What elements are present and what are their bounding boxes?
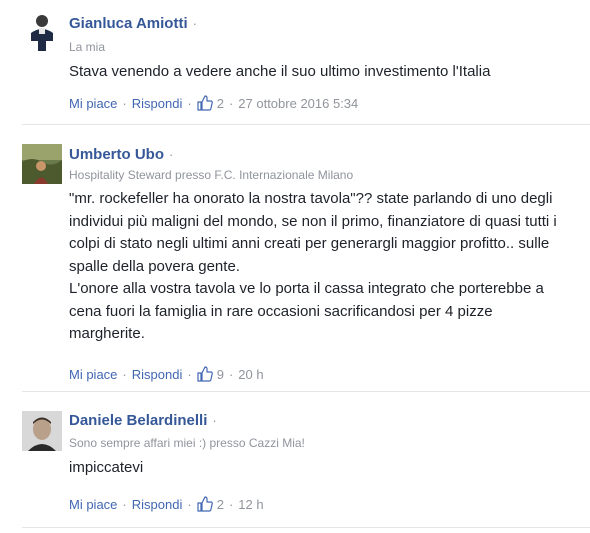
like-link[interactable]: Mi piace xyxy=(69,96,117,111)
author-subtitle: Sono sempre affari miei :) presso Cazzi … xyxy=(69,436,305,450)
separator-dot: · xyxy=(192,16,197,31)
author-subtitle: La mia xyxy=(69,40,106,54)
comment-actions: Mi piace · Rispondi · 2 · 12 h xyxy=(69,496,264,512)
separator-dot: · xyxy=(187,496,192,512)
author-name[interactable]: Umberto Ubo · xyxy=(69,146,173,163)
reply-link[interactable]: Rispondi xyxy=(132,96,183,111)
separator-dot: · xyxy=(187,95,192,111)
comment-paragraph: "mr. rockefeller ha onorato la nostra ta… xyxy=(69,190,557,275)
thumbs-up-icon[interactable] xyxy=(197,366,213,382)
author-subtitle: Hospitality Steward presso F.C. Internaz… xyxy=(69,168,354,182)
like-link[interactable]: Mi piace xyxy=(69,367,117,382)
comment-actions: Mi piace · Rispondi · 2 · 27 ottobre 201… xyxy=(69,95,358,111)
avatar[interactable] xyxy=(22,144,62,184)
like-count[interactable]: 2 xyxy=(217,497,224,512)
separator-dot: · xyxy=(187,366,192,382)
separator-dot: · xyxy=(212,413,217,428)
like-count[interactable]: 2 xyxy=(217,96,224,111)
comment-text: Stava venendo a vedere anche il suo ulti… xyxy=(69,61,569,84)
timestamp[interactable]: 12 h xyxy=(238,497,263,512)
thumbs-up-icon[interactable] xyxy=(197,496,213,512)
comment-text: "mr. rockefeller ha onorato la nostra ta… xyxy=(69,188,569,346)
like-link[interactable]: Mi piace xyxy=(69,497,117,512)
divider xyxy=(22,527,590,528)
like-count[interactable]: 9 xyxy=(217,367,224,382)
avatar[interactable] xyxy=(22,411,62,451)
separator-dot: · xyxy=(122,95,127,111)
separator-dot: · xyxy=(228,95,234,111)
separator-dot: · xyxy=(228,366,234,382)
comment-text: impiccatevi xyxy=(69,457,569,480)
comment: Gianluca Amiotti · La mia Stava venendo a… xyxy=(0,0,590,120)
reply-link[interactable]: Rispondi xyxy=(132,497,183,512)
comment-actions: Mi piace · Rispondi · 9 · 20 h xyxy=(69,366,264,382)
comment-paragraph: L'onore alla vostra tavola ve lo porta i… xyxy=(69,280,544,342)
comment-paragraph: Stava venendo a vedere anche il suo ulti… xyxy=(69,63,491,80)
separator-dot: · xyxy=(169,147,174,162)
reply-link[interactable]: Rispondi xyxy=(132,367,183,382)
comment-paragraph: impiccatevi xyxy=(69,459,144,476)
thumbs-up-icon[interactable] xyxy=(197,95,213,111)
author-name[interactable]: Gianluca Amiotti · xyxy=(69,15,197,32)
timestamp[interactable]: 27 ottobre 2016 5:34 xyxy=(238,96,358,111)
author-name[interactable]: Daniele Belardinelli · xyxy=(69,412,217,429)
timestamp[interactable]: 20 h xyxy=(238,367,263,382)
separator-dot: · xyxy=(228,496,234,512)
comment: Daniele Belardinelli · Sono sempre affari… xyxy=(0,392,590,533)
separator-dot: · xyxy=(122,496,127,512)
separator-dot: · xyxy=(122,366,127,382)
avatar[interactable] xyxy=(22,11,62,51)
comment: Umberto Ubo · Hospitality Steward presso … xyxy=(0,125,590,385)
